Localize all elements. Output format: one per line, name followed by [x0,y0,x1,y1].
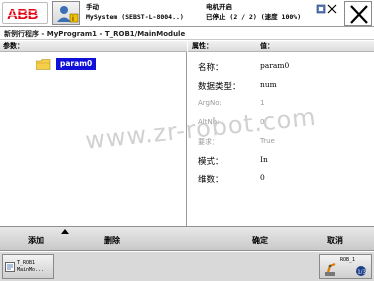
delete-button[interactable]: 删除 [104,235,120,246]
cancel-button[interactable]: 取消 [327,235,343,246]
attr-value: 1 [260,99,265,107]
attr-key: 数据类型： [198,82,241,92]
task-line-1: T_ROB1 [17,260,36,266]
abb-menu-button[interactable]: ABB [2,2,48,24]
mode-text: 手动 [86,3,99,11]
attr-row-dimension[interactable]: 维数： 0 [188,170,374,186]
robot-icon [325,262,336,276]
program-state: 已停止 (2 / 2) (速度 100%) [206,13,302,21]
attr-value: param0 [260,61,290,70]
task-window-button[interactable]: T_ROB1 MainMo... [2,254,54,279]
top-bar: ABB i 手动 MySystem (SEBST-L-8004..) 电机开启 … [0,0,374,27]
attr-row-name[interactable]: 名称： param0 [188,58,374,74]
param-label: param0 [56,58,97,70]
attr-row-mode[interactable]: 模式： In [188,152,374,168]
svg-text:ABB: ABB [7,6,39,21]
close-button[interactable] [344,1,372,26]
attr-row-altno: AltNo: 0 [188,115,374,131]
abb-logo: ABB [6,6,44,21]
attributes-header: 属性： 值： [188,41,374,52]
folder-icon [36,59,51,70]
window-icons[interactable] [316,4,338,14]
attr-value: 0 [260,173,265,182]
attr-value: True [260,137,275,145]
attr-key: ArgNo: [198,99,222,107]
attr-row-required: 要求： True [188,134,374,150]
task-bar: T_ROB1 MainMo... ROB_1 1/3 [0,252,374,281]
robot-label: ROB_1 [340,257,356,263]
attr-key: 名称： [198,63,224,73]
value-header-label: 值： [260,42,274,50]
attr-key: AltNo: [198,118,220,126]
params-header: 参数： [0,41,187,52]
close-icon [350,5,368,24]
task-line-2: MainMo... [17,267,45,273]
attr-row-argno: ArgNo: 1 [188,96,374,112]
attr-value: num [260,80,277,89]
menu-up-arrow-icon [61,229,69,234]
command-bar: 添加 删除 确定 取消 [0,226,374,251]
ok-button[interactable]: 确定 [252,235,268,246]
system-name: MySystem (SEBST-L-8004..) [86,13,184,21]
robot-fraction: 1/3 [357,270,366,276]
user-icon[interactable]: i [52,1,80,25]
breadcrumb: 新例行程序 - MyProgram1 - T_ROB1/MainModule [0,28,374,40]
task-program-icon [5,262,15,272]
attr-value: In [260,155,268,164]
attr-key: 维数： [198,175,224,185]
attr-key: 模式： [198,157,224,167]
add-button[interactable]: 添加 [28,235,44,246]
jog-icon: 1/3 [356,266,367,276]
svg-text:i: i [72,15,74,23]
attributes-header-label: 属性： [192,42,213,50]
attributes-panel: 名称： param0 数据类型： num ArgNo: 1 AltNo: 0 要… [188,52,374,226]
quickset-button[interactable]: ROB_1 1/3 [319,254,372,279]
motor-state: 电机开启 [206,3,232,11]
attr-key: 要求： [198,138,219,146]
params-list: param0 [0,52,187,226]
attr-value: 0 [260,118,265,126]
attr-row-datatype[interactable]: 数据类型： num [188,77,374,93]
status-block: 手动 MySystem (SEBST-L-8004..) 电机开启 已停止 (2… [84,2,310,24]
